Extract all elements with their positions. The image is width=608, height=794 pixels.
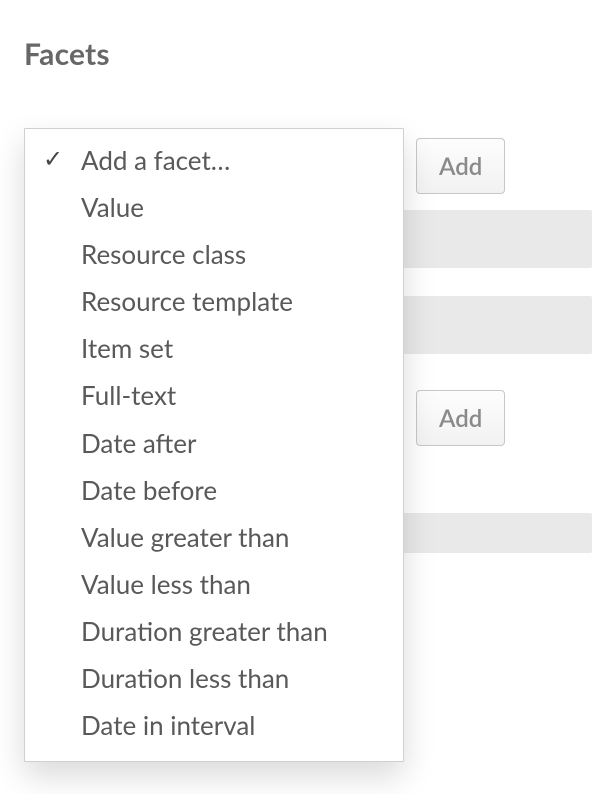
dropdown-option[interactable]: Full-text <box>25 372 403 419</box>
facets-heading: Facets <box>24 36 608 72</box>
dropdown-option[interactable]: Value greater than <box>25 514 403 561</box>
dropdown-option[interactable]: Date before <box>25 467 403 514</box>
dropdown-option[interactable]: Date in interval <box>25 702 403 749</box>
add-button-1[interactable]: Add <box>416 138 505 194</box>
dropdown-option[interactable]: Resource class <box>25 231 403 278</box>
facet-type-dropdown[interactable]: Add a facet…ValueResource classResource … <box>24 128 404 762</box>
dropdown-option[interactable]: Duration less than <box>25 655 403 702</box>
dropdown-option[interactable]: Resource template <box>25 278 403 325</box>
dropdown-option[interactable]: Duration greater than <box>25 608 403 655</box>
dropdown-option[interactable]: Item set <box>25 325 403 372</box>
dropdown-option[interactable]: Value less than <box>25 561 403 608</box>
add-button-2[interactable]: Add <box>416 390 505 446</box>
dropdown-option[interactable]: Date after <box>25 420 403 467</box>
dropdown-option[interactable]: Value <box>25 184 403 231</box>
dropdown-option[interactable]: Add a facet… <box>25 137 403 184</box>
